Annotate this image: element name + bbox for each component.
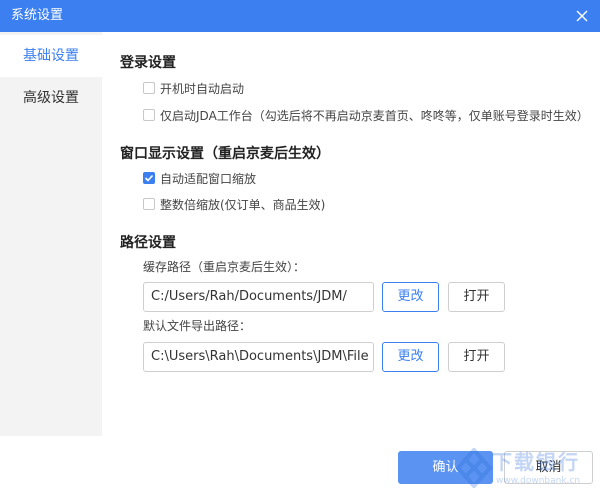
close-icon xyxy=(576,10,588,22)
integer-scale-checkbox[interactable] xyxy=(143,198,155,210)
cache-path-field[interactable]: C:/Users/Rah/Documents/JDM/ xyxy=(143,282,374,312)
auto-scale-checkbox[interactable] xyxy=(143,172,155,184)
export-path-label: 默认文件导出路径： xyxy=(143,319,252,333)
cache-path-open-button[interactable]: 打开 xyxy=(448,282,505,312)
close-button[interactable] xyxy=(572,6,592,26)
sidebar: 基础设置 高级设置 xyxy=(0,32,102,436)
cache-path-change-button[interactable]: 更改 xyxy=(382,282,439,312)
integer-scale-option[interactable]: 整数倍缩放(仅订单、商品生效) xyxy=(143,196,325,212)
cancel-button[interactable]: 取消 xyxy=(504,451,593,484)
auto-start-checkbox[interactable] xyxy=(143,82,155,94)
auto-scale-option[interactable]: 自动适配窗口缩放 xyxy=(143,170,256,186)
auto-start-option[interactable]: 开机时自动启动 xyxy=(143,80,244,96)
sidebar-item-advanced-settings[interactable]: 高级设置 xyxy=(0,77,102,119)
export-path-change-button[interactable]: 更改 xyxy=(382,342,439,372)
sidebar-item-basic-settings[interactable]: 基础设置 xyxy=(0,35,102,77)
confirm-button[interactable]: 确认 xyxy=(398,451,493,484)
display-section-title: 窗口显示设置（重启京麦后生效） xyxy=(120,146,330,162)
jda-only-checkbox[interactable] xyxy=(143,109,155,121)
jda-only-option[interactable]: 仅启动JDA工作台（勾选后将不再启动京麦首页、咚咚等，仅单账号登录时生效） xyxy=(143,107,589,123)
auto-start-label: 开机时自动启动 xyxy=(160,81,245,96)
export-path-field[interactable]: C:\Users\Rah\Documents\JDM\File xyxy=(143,342,374,372)
cache-path-label: 缓存路径（重启京麦后生效）： xyxy=(143,260,306,274)
jda-only-label: 仅启动JDA工作台（勾选后将不再启动京麦首页、咚咚等，仅单账号登录时生效） xyxy=(160,108,589,123)
integer-scale-label: 整数倍缩放(仅订单、商品生效) xyxy=(160,197,326,212)
window-title: 系统设置 xyxy=(11,8,64,23)
path-section-title: 路径设置 xyxy=(120,235,176,251)
export-path-open-button[interactable]: 打开 xyxy=(448,342,505,372)
checkmark-icon xyxy=(144,174,154,182)
title-bar: 系统设置 xyxy=(0,0,600,32)
auto-scale-label: 自动适配窗口缩放 xyxy=(160,171,257,186)
login-section-title: 登录设置 xyxy=(120,55,176,71)
